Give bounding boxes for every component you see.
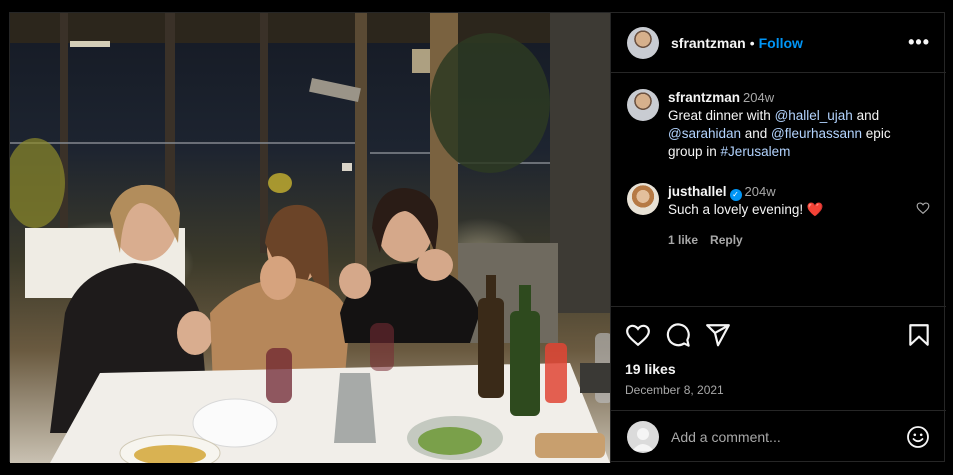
- caption-avatar[interactable]: [627, 89, 659, 121]
- heart-icon[interactable]: [625, 322, 651, 348]
- emoji-icon[interactable]: [906, 425, 930, 449]
- comment-item: justhallel ✓ 204w Such a lovely evening! ❤…: [627, 183, 930, 249]
- share-icon[interactable]: [705, 322, 731, 348]
- current-user-avatar: [627, 421, 659, 453]
- post-dialog: sfrantzman • Follow ••• sfrantzman 204w G…: [9, 12, 946, 463]
- separator-dot: •: [749, 34, 755, 51]
- commenter-avatar[interactable]: [627, 183, 659, 215]
- action-icons: [625, 321, 932, 349]
- comment-meta: 1 like Reply: [668, 231, 923, 249]
- add-comment-bar: [611, 410, 946, 463]
- mention-hallel[interactable]: @hallel_ujah: [775, 108, 853, 123]
- likes-count[interactable]: 19 likes: [625, 361, 932, 377]
- mention-sarahidan[interactable]: @sarahidan: [668, 126, 741, 141]
- caption-text-start: Great dinner with: [668, 108, 775, 123]
- author-username[interactable]: sfrantzman: [671, 35, 746, 51]
- post-header: sfrantzman • Follow •••: [611, 13, 946, 73]
- post-photo[interactable]: [10, 13, 610, 463]
- bookmark-icon[interactable]: [906, 322, 932, 348]
- caption-username[interactable]: sfrantzman: [668, 90, 740, 105]
- default-user-icon: [632, 428, 654, 451]
- caption: sfrantzman 204w Great dinner with @hallel…: [627, 89, 930, 161]
- comment-text: Such a lovely evening!: [668, 202, 807, 217]
- more-options-icon[interactable]: •••: [908, 32, 930, 53]
- caption-and-2: and: [741, 126, 772, 141]
- comment-icon[interactable]: [665, 322, 691, 348]
- mention-fleurhassann[interactable]: @fleurhassann: [771, 126, 862, 141]
- restaurant-dinner-photo: [10, 13, 610, 463]
- post-date[interactable]: December 8, 2021: [625, 383, 932, 397]
- add-comment-input[interactable]: [671, 429, 906, 445]
- verified-badge-icon: ✓: [729, 189, 742, 201]
- comment-likes-count[interactable]: 1 like: [668, 233, 698, 247]
- caption-time[interactable]: 204w: [743, 90, 774, 105]
- comment-body: justhallel ✓ 204w Such a lovely evening! ❤…: [668, 183, 923, 249]
- author-avatar[interactable]: [627, 26, 659, 59]
- post-side-panel: sfrantzman • Follow ••• sfrantzman 204w G…: [610, 13, 946, 463]
- comment-time[interactable]: 204w: [745, 184, 776, 199]
- comment-like-heart-icon[interactable]: [916, 201, 930, 215]
- caption-body: sfrantzman 204w Great dinner with @hallel…: [668, 89, 923, 161]
- action-bar: 19 likes December 8, 2021: [611, 306, 946, 410]
- hashtag-jerusalem[interactable]: #Jerusalem: [721, 144, 791, 159]
- comments-section: sfrantzman 204w Great dinner with @hallel…: [611, 73, 946, 306]
- reply-button[interactable]: Reply: [710, 233, 743, 247]
- commenter-username[interactable]: justhallel: [668, 184, 727, 199]
- caption-and-1: and: [852, 108, 880, 123]
- follow-button[interactable]: Follow: [759, 35, 803, 51]
- red-heart-emoji: ❤️: [806, 202, 824, 217]
